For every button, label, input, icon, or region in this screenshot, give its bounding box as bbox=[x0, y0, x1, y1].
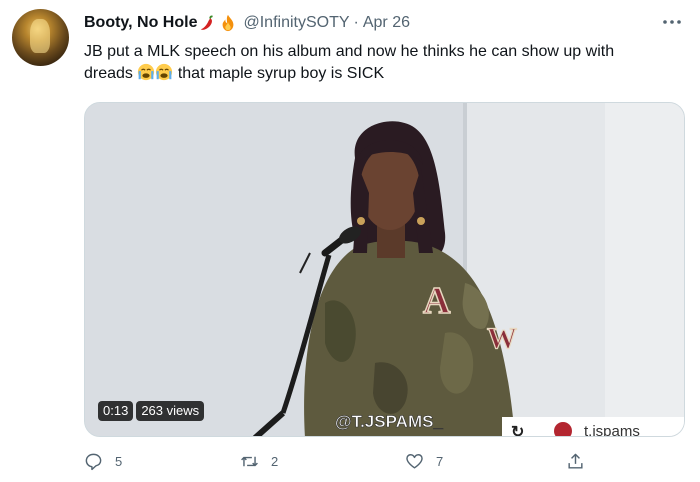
video-watermark: @T.JSPAMS_ bbox=[335, 412, 443, 431]
reply-count: 5 bbox=[115, 454, 123, 469]
avatar[interactable] bbox=[12, 9, 69, 66]
crying-face-icon bbox=[156, 63, 173, 81]
tweet-text-line-2: dreads that maple syrup boy is SICK bbox=[84, 63, 684, 85]
video-player[interactable]: A W @T.JSPAMS_ ↻ t.jspams bbox=[84, 102, 685, 437]
tweet-header: Booty, No Hole @InfinitySOTY · Apr 26 bbox=[84, 12, 410, 34]
display-name[interactable]: Booty, No Hole bbox=[84, 14, 197, 32]
tweet-text-part: dreads bbox=[84, 65, 133, 82]
tweet-date[interactable]: Apr 26 bbox=[363, 14, 410, 32]
tweet-actions: 5 2 7 bbox=[84, 452, 684, 476]
share-button[interactable] bbox=[566, 452, 585, 471]
retweet-count: 2 bbox=[271, 454, 279, 469]
corner-handle: t.jspams bbox=[584, 423, 640, 437]
crying-face-icon bbox=[138, 63, 155, 81]
like-button[interactable]: 7 bbox=[405, 452, 443, 471]
user-handle[interactable]: @InfinitySOTY bbox=[243, 14, 349, 32]
share-icon bbox=[568, 453, 583, 469]
tweet-text-line-1: JB put a MLK speech on his album and now… bbox=[84, 43, 615, 60]
fire-icon bbox=[223, 14, 234, 32]
video-frame: A W @T.JSPAMS_ ↻ t.jspams bbox=[85, 103, 684, 437]
reply-button[interactable]: 5 bbox=[84, 452, 122, 471]
more-options-icon[interactable] bbox=[660, 12, 684, 32]
chili-pepper-icon bbox=[201, 15, 214, 30]
tweet-text-part: that maple syrup boy is SICK bbox=[173, 65, 385, 82]
reply-icon bbox=[85, 453, 102, 471]
corner-retweet-mark: ↻ bbox=[511, 424, 524, 437]
video-views: 263 views bbox=[136, 401, 205, 421]
video-duration: 0:13 bbox=[98, 401, 134, 421]
tweet[interactable]: Booty, No Hole @InfinitySOTY · Apr 26 JB… bbox=[0, 0, 700, 482]
separator-dot: · bbox=[353, 14, 359, 31]
video-badges: 0:13 263 views bbox=[98, 401, 205, 421]
retweet-button[interactable]: 2 bbox=[240, 452, 278, 471]
tweet-text: JB put a MLK speech on his album and now… bbox=[84, 41, 684, 85]
retweet-icon bbox=[241, 456, 258, 467]
like-count: 7 bbox=[436, 454, 444, 469]
sweater-letter-w: W bbox=[487, 322, 517, 355]
sweater-letter-a: A bbox=[423, 280, 451, 322]
heart-icon bbox=[406, 454, 423, 469]
